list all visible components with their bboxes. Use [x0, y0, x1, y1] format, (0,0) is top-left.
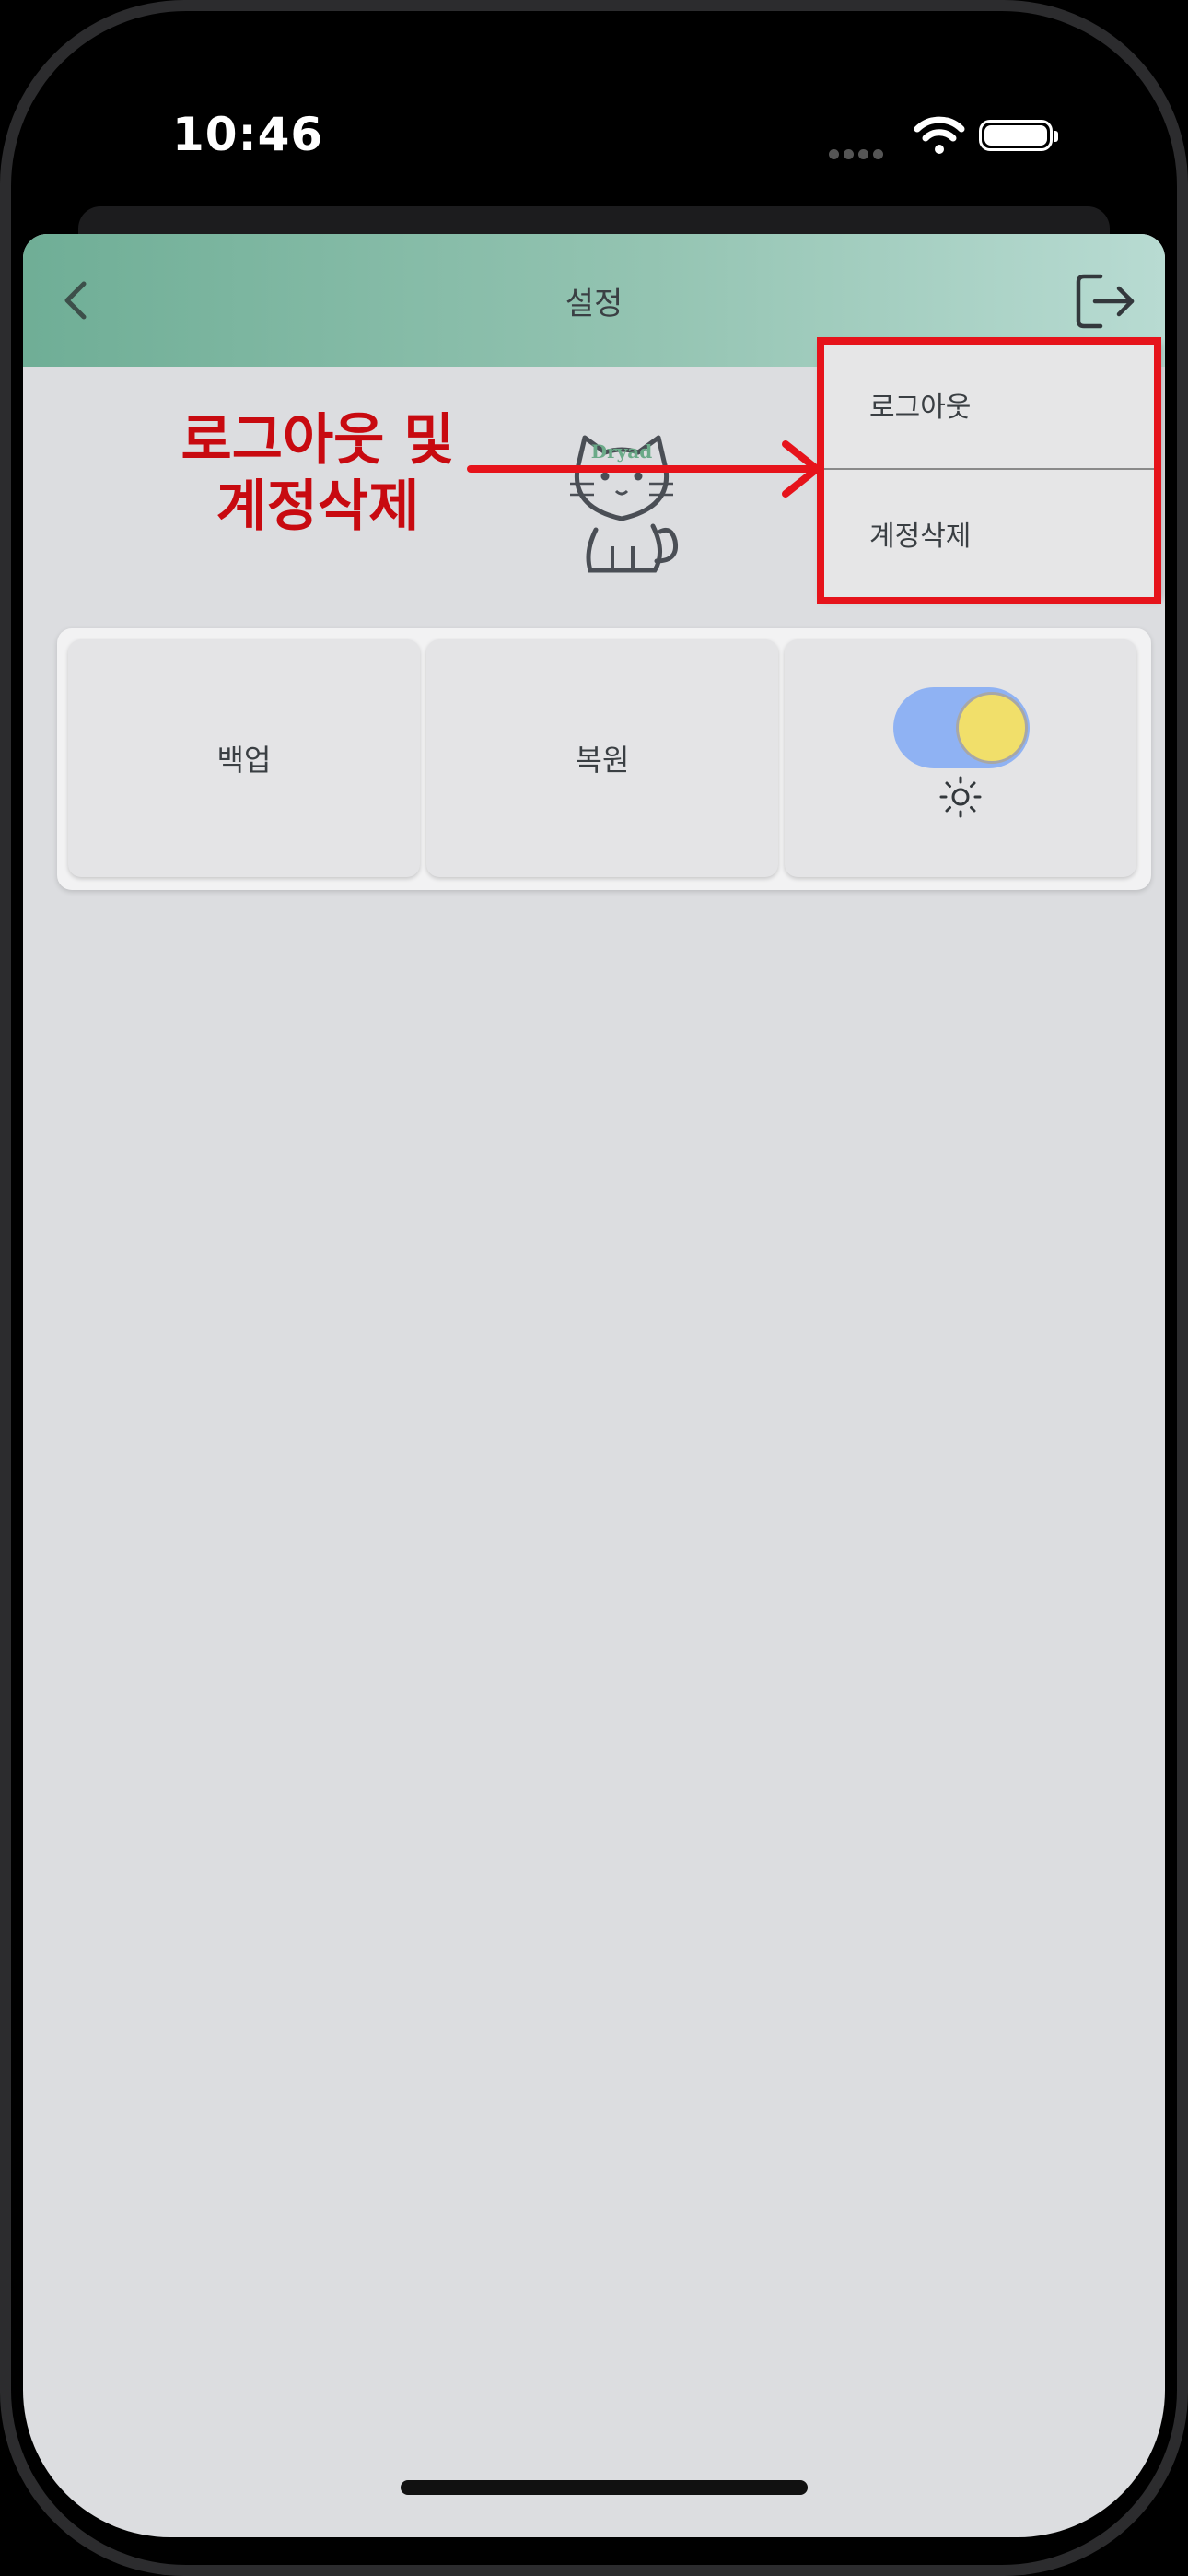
backup-button[interactable]: 백업 — [68, 639, 420, 877]
home-indicator — [401, 2480, 808, 2495]
phone-bezel: 10:46 설정 Dryad 백업 복원 로그아웃 계정삭제 로그아웃 및 계정… — [11, 11, 1177, 2565]
theme-tile — [785, 639, 1136, 877]
annotation-line-2: 계정삭제 — [215, 474, 420, 539]
status-bar: 10:46 — [11, 11, 1177, 214]
annotation-highlight-box — [817, 337, 1161, 604]
wifi-icon — [914, 116, 965, 154]
phone-frame: 10:46 설정 Dryad 백업 복원 로그아웃 계정삭제 로그아웃 및 계정… — [0, 0, 1188, 2576]
sun-icon — [939, 776, 982, 818]
backup-label: 백업 — [216, 743, 272, 778]
status-icons — [829, 112, 1059, 159]
settings-screen: 설정 Dryad 백업 복원 로그아웃 계정삭제 로그아웃 및 계정삭제 — [23, 234, 1165, 2537]
battery-icon — [979, 120, 1058, 151]
annotation-line-1: 로그아웃 및 — [181, 408, 455, 473]
settings-grid: 백업 복원 — [57, 628, 1151, 890]
annotation-arrow-icon — [467, 440, 821, 498]
theme-toggle[interactable] — [893, 687, 1030, 768]
theme-toggle-area — [785, 639, 1136, 877]
annotation-text: 로그아웃 및 계정삭제 — [152, 407, 483, 540]
restore-label: 복원 — [575, 743, 630, 778]
page-title: 설정 — [565, 286, 623, 322]
signal-dots-icon — [829, 146, 893, 159]
status-time: 10:46 — [172, 108, 324, 161]
logout-icon[interactable] — [1073, 271, 1139, 332]
restore-button[interactable]: 복원 — [426, 639, 778, 877]
toggle-knob — [956, 692, 1028, 764]
